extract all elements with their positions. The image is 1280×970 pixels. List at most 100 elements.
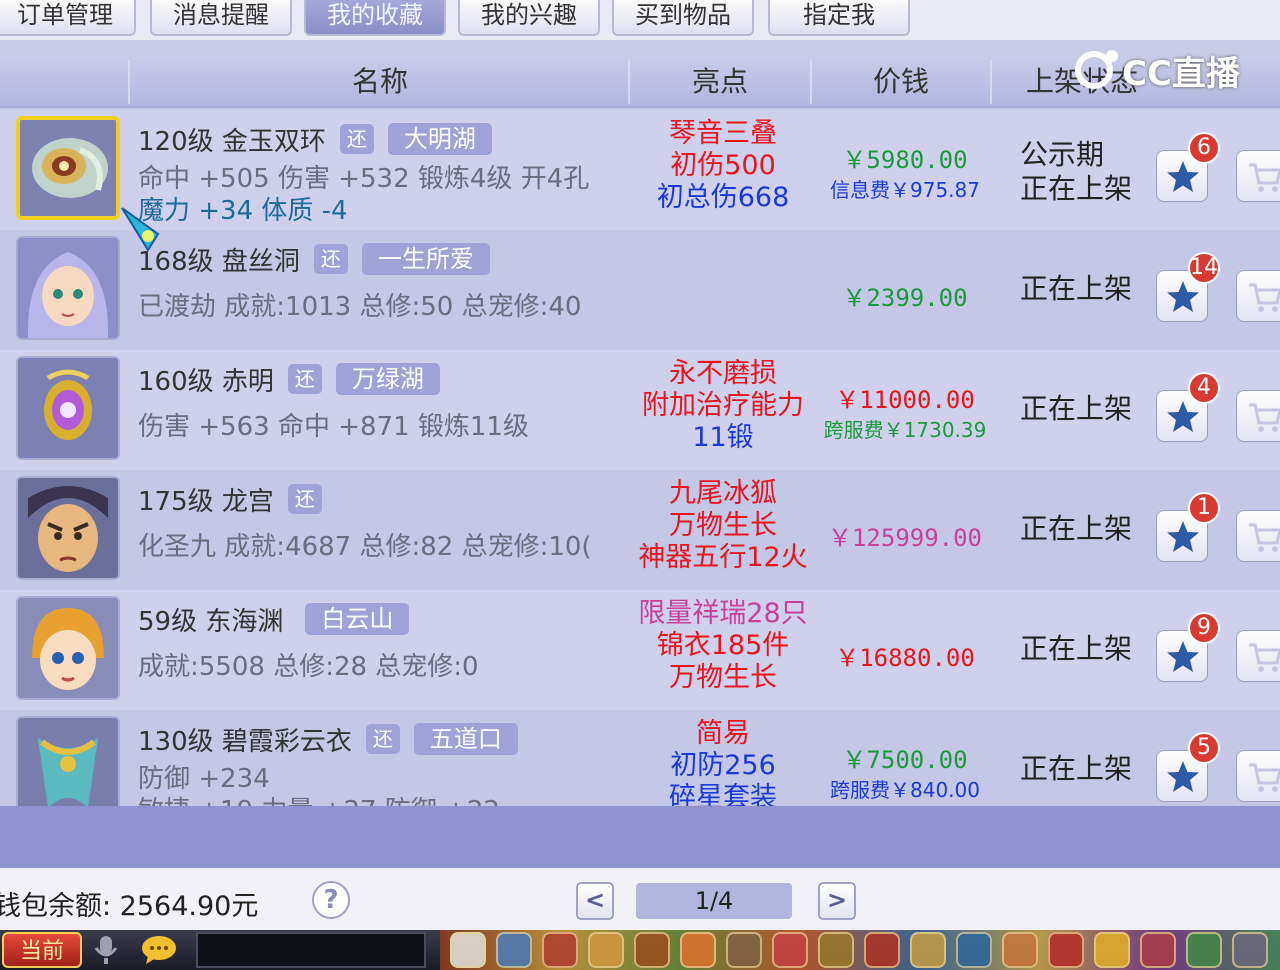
wallet-balance: 钱包余额: 2564.90元 bbox=[0, 891, 259, 922]
character-avatar-icon[interactable] bbox=[16, 476, 120, 580]
table-row[interactable]: 130级 碧霞彩云衣 还 五道口 防御 +234 敏捷 +19 力量 +27 防… bbox=[0, 710, 1280, 806]
price: ￥11000.00 bbox=[835, 386, 975, 414]
star-icon bbox=[1167, 281, 1199, 312]
tab-my-interests[interactable]: 我的兴趣 bbox=[458, 0, 600, 36]
cart-button[interactable] bbox=[1236, 750, 1280, 802]
status-text: 正在上架 bbox=[1020, 272, 1133, 305]
cart-button[interactable] bbox=[1236, 630, 1280, 682]
prev-page-button[interactable]: < bbox=[576, 882, 614, 920]
pet-icon[interactable] bbox=[450, 932, 486, 968]
chat-bubble-icon[interactable] bbox=[140, 934, 178, 966]
cart-button[interactable] bbox=[1236, 270, 1280, 322]
character-avatar-icon[interactable] bbox=[16, 596, 120, 700]
character-avatar-icon[interactable] bbox=[16, 236, 120, 340]
price: ￥7500.00 bbox=[842, 746, 968, 774]
system-icon[interactable] bbox=[1140, 932, 1176, 968]
mail-icon[interactable] bbox=[910, 932, 946, 968]
cross-server-fee: 跨服费￥840.00 bbox=[830, 778, 980, 802]
price: ￥16880.00 bbox=[835, 644, 975, 672]
tab-message-reminder[interactable]: 消息提醒 bbox=[150, 0, 292, 36]
event-icon[interactable] bbox=[1048, 932, 1084, 968]
cart-icon bbox=[1249, 403, 1280, 432]
favorite-count-badge: 4 bbox=[1188, 372, 1220, 404]
item-title: 175级 龙宫 还 bbox=[138, 482, 322, 517]
map-icon[interactable] bbox=[956, 932, 992, 968]
team-icon[interactable] bbox=[588, 932, 624, 968]
table-row[interactable]: 59级 东海渊 白云山 成就:5508 总修:28 总宠修:0 限量祥瑞28只 … bbox=[0, 590, 1280, 710]
item-bag-icon[interactable] bbox=[542, 932, 578, 968]
price: ￥125999.00 bbox=[827, 524, 983, 552]
listing-status: 正在上架 bbox=[1020, 512, 1132, 546]
reward-icon[interactable] bbox=[1002, 932, 1038, 968]
cursor-gem-icon bbox=[121, 207, 160, 252]
server-badge: 大明湖 bbox=[387, 123, 492, 155]
highlight-text: 简易 bbox=[696, 718, 750, 749]
header-name: 名称 bbox=[351, 65, 408, 98]
skill-icon[interactable] bbox=[496, 932, 532, 968]
task-icon[interactable] bbox=[680, 932, 716, 968]
item-extra-attributes: 敏捷 +19 力量 +27 防御 +22 bbox=[138, 790, 500, 806]
next-page-button[interactable]: > bbox=[818, 882, 856, 920]
highlight-text: 万物生长 bbox=[669, 510, 777, 541]
status-text: 正在上架 bbox=[1020, 632, 1133, 665]
server-badge: 白云山 bbox=[305, 603, 410, 635]
favorite-count-badge: 6 bbox=[1188, 132, 1220, 164]
cart-button[interactable] bbox=[1236, 510, 1280, 562]
return-badge: 还 bbox=[287, 364, 322, 394]
help-icon[interactable]: ? bbox=[312, 881, 350, 919]
table-row[interactable]: 168级 盘丝洞 还 一生所爱 已渡劫 成就:1013 总修:50 总宠修:40… bbox=[0, 230, 1280, 350]
server-badge: 五道口 bbox=[413, 723, 518, 755]
status-text: 正在上架 bbox=[1020, 172, 1133, 205]
cart-icon bbox=[1249, 163, 1280, 192]
shop-icon[interactable] bbox=[772, 932, 808, 968]
activity-icon[interactable] bbox=[818, 932, 854, 968]
highlights-cell: 限量祥瑞28只 锦衣185件 万物生长 bbox=[630, 598, 816, 694]
highlight-text: 锦衣185件 bbox=[656, 630, 790, 661]
ring-item-icon[interactable] bbox=[16, 356, 120, 460]
tab-designated-me[interactable]: 指定我 bbox=[768, 0, 910, 36]
highlight-text: 神器五行12火 bbox=[638, 542, 808, 573]
tab-bought-items[interactable]: 买到物品 bbox=[612, 0, 754, 36]
highlight-text: 九尾冰狐 bbox=[669, 478, 777, 509]
settings-icon[interactable] bbox=[1186, 932, 1222, 968]
emote-icon[interactable] bbox=[1094, 932, 1130, 968]
server-badge: 万绿湖 bbox=[335, 363, 440, 395]
return-badge: 还 bbox=[365, 724, 400, 754]
table-row[interactable]: 175级 龙宫 还 化圣九 成就:4687 总修:82 总宠修:10( 九尾冰狐… bbox=[0, 470, 1280, 590]
highlight-text: 琴音三叠 bbox=[669, 118, 777, 149]
star-icon bbox=[1167, 761, 1199, 792]
table-row[interactable]: 160级 赤明 还 万绿湖 伤害 +563 命中 +871 锻炼11级 永不磨损… bbox=[0, 350, 1280, 470]
status-text: 正在上架 bbox=[1020, 752, 1133, 785]
gift-icon[interactable] bbox=[864, 932, 900, 968]
favorite-count-badge: 14 bbox=[1188, 252, 1220, 284]
table-row[interactable]: 120级 金玉双环 还 大明湖 命中 +505 伤害 +532 锻炼4级 开4孔… bbox=[0, 110, 1280, 230]
page-indicator: 1/4 bbox=[636, 883, 792, 919]
chat-input[interactable] bbox=[196, 932, 426, 968]
friend-icon[interactable] bbox=[726, 932, 762, 968]
listing-status: 正在上架 bbox=[1020, 272, 1132, 306]
info-fee: 信息费￥975.87 bbox=[830, 178, 980, 202]
microphone-icon[interactable] bbox=[92, 934, 120, 966]
cart-button[interactable] bbox=[1236, 390, 1280, 442]
scroll-icon[interactable] bbox=[1232, 932, 1268, 968]
favorite-count-badge: 9 bbox=[1188, 612, 1220, 644]
cart-icon bbox=[1249, 283, 1280, 312]
server-badge: 一生所爱 bbox=[361, 243, 490, 275]
favorite-count-badge: 5 bbox=[1188, 732, 1220, 764]
highlight-text: 11锻 bbox=[692, 422, 754, 453]
star-icon bbox=[1167, 641, 1199, 672]
ring-item-icon[interactable] bbox=[16, 116, 120, 220]
armor-item-icon[interactable] bbox=[16, 716, 120, 806]
tab-order-management[interactable]: 订单管理 bbox=[0, 0, 136, 36]
tab-my-favorites[interactable]: 我的收藏 bbox=[304, 0, 446, 36]
current-channel-button[interactable]: 当前 bbox=[2, 932, 82, 968]
item-level-name: 59级 东海渊 bbox=[138, 606, 284, 637]
guild-icon[interactable] bbox=[634, 932, 670, 968]
item-attributes: 伤害 +563 命中 +871 锻炼11级 bbox=[138, 412, 529, 442]
cart-button[interactable] bbox=[1236, 150, 1280, 202]
cross-server-fee: 跨服费￥1730.39 bbox=[823, 418, 987, 442]
game-function-toolbar bbox=[440, 930, 1280, 970]
status-text: 公示期 bbox=[1020, 138, 1105, 171]
item-title: 59级 东海渊 白云山 bbox=[138, 602, 410, 637]
highlight-text: 万物生长 bbox=[669, 662, 777, 693]
